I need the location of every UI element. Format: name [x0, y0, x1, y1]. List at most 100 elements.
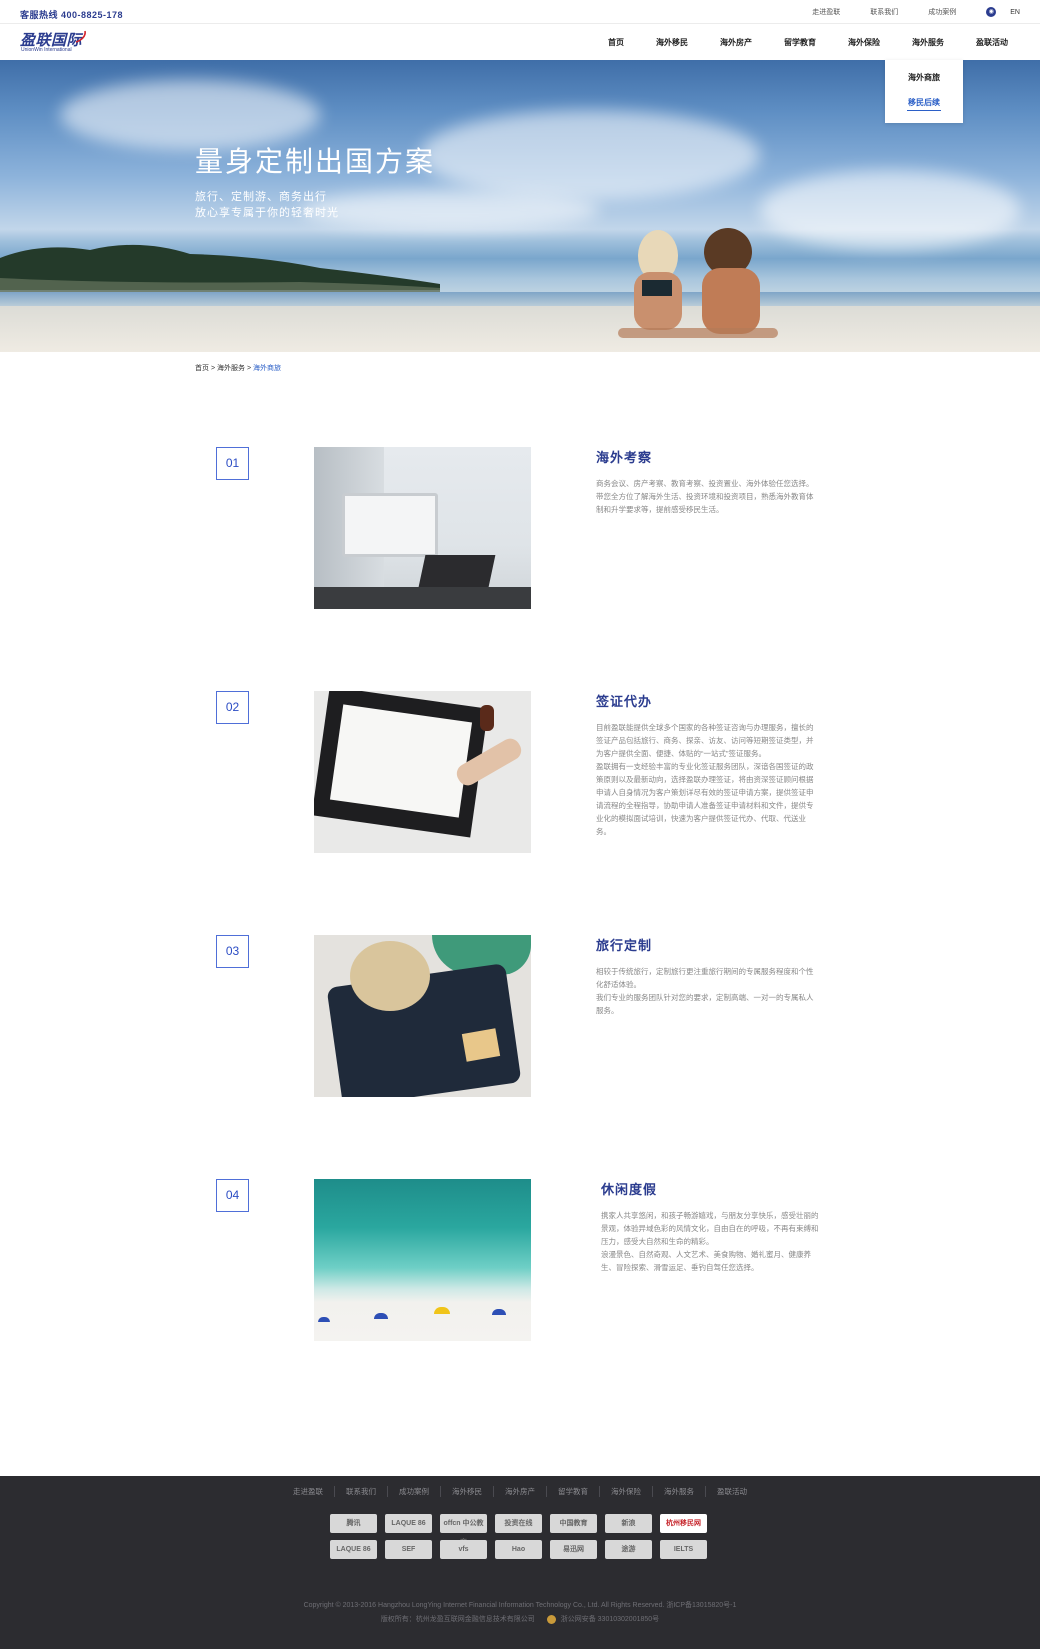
- umbrella-shape: [318, 1317, 330, 1322]
- services-dropdown: 海外商旅 移民后续: [885, 60, 963, 123]
- main-navbar: 盈联国际 UnionWin International 首页 海外移民 海外房产…: [0, 24, 1040, 60]
- service-image-beach: [314, 1179, 531, 1341]
- logo-swoosh-icon: [75, 30, 86, 43]
- certificate-shape: [329, 704, 473, 818]
- page: 客服热线 400-8825-178 走进盈联 联系我们 成功案例 ◉ EN 盈联…: [0, 0, 1040, 1649]
- partner-logo[interactable]: 途游: [605, 1540, 652, 1559]
- laptop-shape: [418, 555, 496, 587]
- rights-text: 版权所有：杭州龙盈互联网金融信息技术有限公司: [380, 1616, 535, 1623]
- partner-logo[interactable]: 易迅网: [550, 1540, 597, 1559]
- footer-link[interactable]: 海外移民: [440, 1486, 493, 1497]
- footer: 走进盈联 联系我们 成功案例 海外移民 海外房产 留学教育 海外保险 海外服务 盈联活动 腾讯 …: [0, 1476, 1040, 1649]
- partner-logo[interactable]: 杭州移民网: [660, 1514, 707, 1533]
- hero-title: 量身定制出国方案: [195, 146, 436, 177]
- service-item: 03 旅行定制 相较于传统旅行，定制旅行更注重旅行期间的专属服务程度和个性化舒适…: [0, 935, 1040, 1105]
- service-number: 02: [216, 691, 249, 724]
- partner-logo[interactable]: 新浪: [605, 1514, 652, 1533]
- service-title: 休闲度假: [601, 1182, 658, 1197]
- footer-link[interactable]: 联系我们: [334, 1486, 387, 1497]
- nav-item-immigration[interactable]: 海外移民: [656, 37, 688, 48]
- globe-icon[interactable]: ◉: [986, 7, 997, 17]
- cloud-shape: [420, 110, 760, 200]
- footer-link[interactable]: 留学教育: [546, 1486, 599, 1497]
- wallet-shape: [461, 1028, 501, 1062]
- breadcrumb-sep: >: [210, 365, 216, 372]
- partner-logo[interactable]: LAQUE 86: [385, 1514, 432, 1533]
- service-title: 海外考察: [596, 450, 653, 465]
- hotline: 客服热线 400-8825-178: [20, 10, 124, 20]
- service-description: 携家人共享悠闲，和孩子畅游嬉戏，与朋友分享快乐，感受壮丽的景观，体验异域色彩的风…: [601, 1211, 819, 1272]
- service-item: 02 签证代办 目前盈联能提供全球多个国家的各种签证咨询与办理服务，擅长的签证产…: [0, 691, 1040, 861]
- service-number: 03: [216, 935, 249, 968]
- copyright: Copyright © 2013-2016 Hangzhou LongYing …: [303, 1602, 737, 1609]
- lang-switch[interactable]: EN: [1010, 9, 1020, 16]
- footer-link[interactable]: 走进盈联: [282, 1486, 334, 1497]
- hero-subtitle-2: 放心享专属于你的轻奢时光: [195, 207, 339, 219]
- breadcrumb: 首页 > 海外服务 > 海外商旅: [195, 363, 281, 373]
- partner-logo[interactable]: 中国教育: [550, 1514, 597, 1533]
- rights-line: 版权所有：杭州龙盈互联网金融信息技术有限公司 浙公网安备 33010302001…: [0, 1614, 1040, 1624]
- nav-item-education[interactable]: 留学教育: [784, 37, 816, 48]
- service-number: 04: [216, 1179, 249, 1212]
- nav-item-services[interactable]: 海外服务: [912, 37, 944, 48]
- partner-logo[interactable]: offcn 中公教育: [440, 1514, 487, 1546]
- partner-logo[interactable]: 腾讯: [330, 1514, 377, 1533]
- footer-link[interactable]: 盈联活动: [705, 1486, 758, 1497]
- umbrella-shape: [492, 1309, 506, 1315]
- service-number: 01: [216, 447, 249, 480]
- breadcrumb-home[interactable]: 首页: [195, 365, 209, 372]
- service-description: 相较于传统旅行，定制旅行更注重旅行期间的专属服务程度和个性化舒适体验。 我们专业…: [596, 967, 814, 1015]
- dropdown-item-post-immigration[interactable]: 移民后续: [885, 97, 963, 108]
- partner-logo[interactable]: vfs: [440, 1540, 487, 1559]
- footer-link[interactable]: 海外服务: [652, 1486, 705, 1497]
- desk-shape: [314, 587, 531, 609]
- nav-item-insurance[interactable]: 海外保险: [848, 37, 880, 48]
- footer-link[interactable]: 海外保险: [599, 1486, 652, 1497]
- partner-logo[interactable]: IELTS: [660, 1540, 707, 1559]
- cloud-shape: [760, 170, 1020, 250]
- service-item: 01 海外考察 商务会议、房产考察、教育考察、投资置业、海外体验任您选择。 带您…: [0, 447, 1040, 617]
- nav-item-home[interactable]: 首页: [608, 37, 624, 48]
- cloud-shape: [300, 190, 600, 230]
- service-item: 04 休闲度假 携家人共享悠闲，和孩子畅游嬉戏，与朋友分享快乐，感受壮丽的景观，…: [0, 1179, 1040, 1349]
- nav-menu: 首页 海外移民 海外房产 留学教育 海外保险 海外服务 盈联活动: [576, 24, 1008, 60]
- hero-banner: 量身定制出国方案 旅行、定制游、商务出行 放心享专属于你的轻奢时光: [0, 60, 1040, 352]
- service-description: 商务会议、房产考察、教育考察、投资置业、海外体验任您选择。 带您全方位了解海外生…: [596, 479, 814, 514]
- footer-link[interactable]: 海外房产: [493, 1486, 546, 1497]
- dropdown-item-business-travel[interactable]: 海外商旅: [885, 72, 963, 83]
- breadcrumb-services[interactable]: 海外服务: [217, 365, 245, 372]
- partner-logo[interactable]: Hao: [495, 1540, 542, 1559]
- logo-subtext: UnionWin International: [21, 47, 72, 53]
- dropdown-active-underline: [907, 110, 941, 111]
- footer-link[interactable]: 成功案例: [387, 1486, 440, 1497]
- top-links: 走进盈联 联系我们 成功案例 ◉ EN: [782, 0, 1020, 24]
- island-shape: [0, 244, 440, 292]
- police-record[interactable]: 浙公网安备 33010302001850号: [561, 1616, 659, 1623]
- top-link-cases[interactable]: 成功案例: [928, 7, 956, 17]
- service-title: 旅行定制: [596, 938, 653, 953]
- sea-strip: [0, 292, 1040, 306]
- partner-logo[interactable]: LAQUE 86: [330, 1540, 377, 1559]
- logo[interactable]: 盈联国际 UnionWin International: [20, 29, 90, 55]
- umbrella-shape: [374, 1313, 388, 1319]
- beach-people-illustration: [618, 228, 778, 338]
- top-link-contact[interactable]: 联系我们: [870, 7, 898, 17]
- police-badge-icon: [546, 1614, 556, 1624]
- footer-links: 走进盈联 联系我们 成功案例 海外移民 海外房产 留学教育 海外保险 海外服务 盈联活动: [0, 1486, 1040, 1497]
- beach-sand: [0, 306, 1040, 352]
- partner-logo[interactable]: 投资在线: [495, 1514, 542, 1533]
- service-title: 签证代办: [596, 694, 653, 709]
- nav-item-property[interactable]: 海外房产: [720, 37, 752, 48]
- breadcrumb-sep: >: [246, 365, 252, 372]
- stamp-shape: [480, 705, 494, 731]
- top-link-about[interactable]: 走进盈联: [812, 7, 840, 17]
- monitor-shape: [342, 493, 438, 557]
- breadcrumb-current: 海外商旅: [253, 365, 281, 372]
- service-image-office: [314, 447, 531, 609]
- umbrella-shape: [434, 1307, 450, 1314]
- hero-subtitle-1: 旅行、定制游、商务出行: [195, 191, 327, 203]
- partner-logo[interactable]: SEF: [385, 1540, 432, 1559]
- top-bar: 客服热线 400-8825-178 走进盈联 联系我们 成功案例 ◉ EN: [0, 0, 1040, 24]
- service-image-certificate: [314, 691, 531, 853]
- nav-item-events[interactable]: 盈联活动: [976, 37, 1008, 48]
